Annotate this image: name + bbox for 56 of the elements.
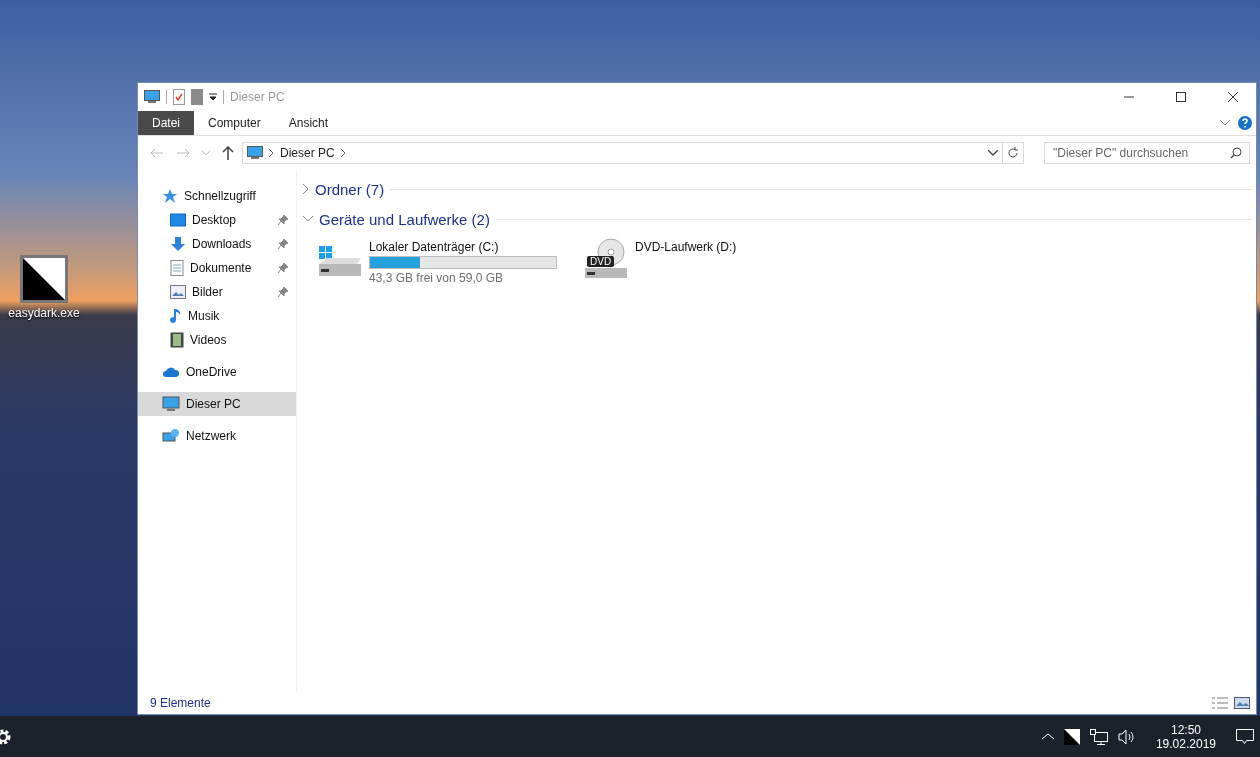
chevron-right-icon[interactable]	[303, 184, 309, 194]
breadcrumb[interactable]: Dieser PC	[280, 146, 335, 160]
music-note-icon	[170, 308, 182, 324]
monitor-icon	[247, 146, 263, 160]
download-arrow-icon	[170, 236, 186, 252]
desktop-icon-label[interactable]: easydark.exe	[8, 306, 80, 320]
monitor-icon	[162, 396, 180, 412]
star-icon	[162, 188, 178, 204]
address-bar[interactable]: Dieser PC	[242, 142, 1003, 164]
sidebar-item[interactable]: OneDrive	[138, 360, 296, 384]
desktop-icon	[170, 213, 186, 227]
sidebar-item[interactable]: Schnellzugriff	[138, 184, 296, 208]
sidebar-item[interactable]: Dieser PC	[138, 392, 296, 416]
drive-name[interactable]: DVD-Laufwerk (D:)	[635, 240, 737, 254]
chevron-right-icon[interactable]	[269, 149, 274, 157]
film-icon	[170, 332, 184, 348]
checklist-icon[interactable]	[173, 89, 185, 105]
help-icon[interactable]	[1238, 116, 1252, 130]
search-icon[interactable]	[1230, 147, 1242, 159]
document-icon	[170, 260, 184, 276]
chevron-right-icon[interactable]	[340, 149, 346, 157]
clock[interactable]: 12:50 19.02.2019	[1145, 722, 1226, 751]
sidebar-item[interactable]: Downloads	[138, 232, 296, 256]
maximize-icon[interactable]	[1176, 92, 1186, 102]
diagonal-split-icon[interactable]	[1063, 728, 1080, 745]
sidebar-item[interactable]: Musik	[138, 304, 296, 328]
chevron-down-icon[interactable]	[988, 150, 998, 156]
group-header[interactable]: Ordner (7)	[315, 180, 385, 198]
network-icon[interactable]	[1089, 728, 1108, 745]
drive-name[interactable]: Lokaler Datenträger (C:)	[369, 240, 557, 254]
sidebar-item[interactable]: Desktop	[138, 208, 296, 232]
monitor-icon	[144, 90, 160, 104]
sidebar-item[interactable]: Videos	[138, 328, 296, 352]
sidebar-item[interactable]: Netzwerk	[138, 424, 296, 448]
search-field[interactable]: "Dieser PC" durchsuchen	[1044, 142, 1250, 164]
item-count: 9 Elemente	[150, 696, 212, 710]
ribbon-tab[interactable]: Computer	[194, 111, 275, 135]
settings-button[interactable]	[0, 727, 12, 746]
chevron-up-icon[interactable]	[1041, 733, 1054, 740]
ribbon-tab[interactable]: Datei	[138, 111, 194, 135]
cloud-icon	[162, 365, 180, 379]
drive-space-text: 43,3 GB frei von 59,0 GB	[369, 271, 505, 285]
diagonal-split-icon[interactable]	[20, 255, 68, 303]
window-title: Dieser PC	[230, 90, 286, 104]
group-header[interactable]: Geräte und Laufwerke (2)	[319, 210, 490, 228]
up-arrow-icon[interactable]	[222, 146, 234, 160]
sidebar-item[interactable]: Bilder	[138, 280, 296, 304]
close-icon[interactable]	[1228, 92, 1238, 102]
notification-icon[interactable]	[1236, 728, 1254, 745]
picture-icon	[170, 285, 186, 299]
sidebar-item[interactable]: Dokumente	[138, 256, 296, 280]
dropdown-icon[interactable]	[209, 93, 217, 101]
speaker-icon[interactable]	[1117, 728, 1136, 745]
large-icons-view-icon[interactable]	[1234, 697, 1250, 709]
network-icon	[162, 428, 180, 444]
ribbon-tab[interactable]: Ansicht	[274, 111, 343, 135]
